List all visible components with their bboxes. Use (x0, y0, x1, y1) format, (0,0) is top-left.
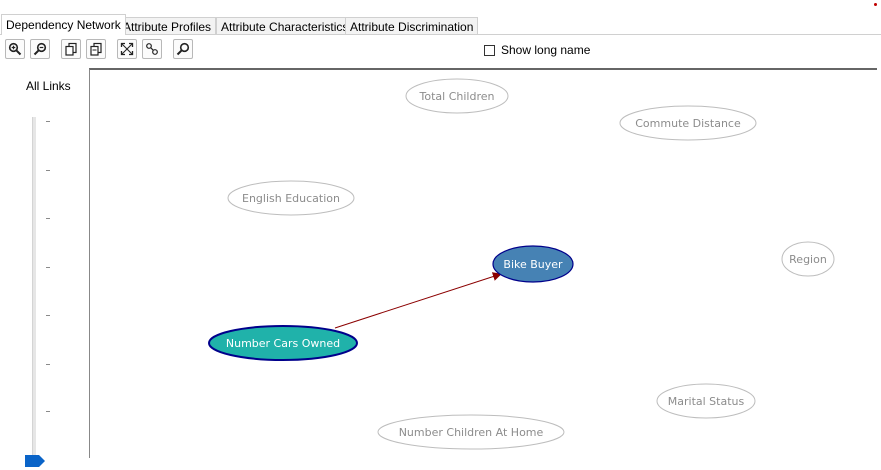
slider-tick (46, 218, 50, 219)
node-label: Number Children At Home (399, 426, 544, 439)
show-long-name-checkbox[interactable] (484, 44, 495, 56)
zoom-in-button[interactable] (5, 39, 25, 59)
fit-to-window-button[interactable] (117, 39, 137, 59)
fit-to-window-icon (120, 42, 134, 56)
tab-strip: Dependency Network Attribute Profiles At… (0, 14, 881, 36)
tab-attribute-discrimination[interactable]: Attribute Discrimination (345, 17, 479, 35)
node-label: Region (789, 253, 827, 266)
slider-tick (46, 121, 50, 122)
node-number-children-at-home[interactable]: Number Children At Home (377, 414, 565, 450)
zoom-out-button[interactable] (30, 39, 50, 59)
copy-view-button[interactable] (86, 39, 106, 59)
slider-title: All Links (26, 79, 71, 93)
slider-tick (46, 411, 50, 412)
zoom-out-icon (33, 42, 47, 56)
network-graph: Total Children Commute Distance English Ed… (208, 78, 835, 450)
node-label: Number Cars Owned (226, 337, 340, 350)
toolbar (0, 37, 881, 61)
node-label: English Education (242, 192, 340, 205)
node-commute-distance[interactable]: Commute Distance (619, 105, 757, 141)
tab-attribute-characteristics[interactable]: Attribute Characteristics (216, 17, 354, 35)
slider-tick (46, 364, 50, 365)
dependency-edge-number-cars-owned-to-bike-buyer (334, 272, 502, 329)
show-long-name-option[interactable]: Show long name (484, 43, 590, 57)
tab-dependency-network[interactable]: Dependency Network (1, 14, 126, 35)
layout-icon (146, 43, 158, 55)
slider-tick (46, 267, 50, 268)
layout-button[interactable] (142, 39, 162, 59)
find-node-icon (176, 42, 190, 56)
node-label: Marital Status (668, 395, 745, 408)
node-total-children[interactable]: Total Children (405, 78, 509, 114)
node-label: Total Children (419, 90, 495, 103)
copy-view-icon (90, 42, 102, 56)
find-node-button[interactable] (173, 39, 193, 59)
node-region[interactable]: Region (781, 241, 835, 277)
tab-divider (0, 34, 881, 35)
node-bike-buyer[interactable]: Bike Buyer (492, 245, 574, 283)
slider-tick (46, 315, 50, 316)
copy-graph-icon (65, 42, 77, 56)
dependency-network-canvas[interactable]: Total Children Commute Distance English Ed… (89, 68, 877, 458)
zoom-in-icon (8, 42, 22, 56)
tab-attribute-profiles[interactable]: Attribute Profiles (118, 17, 217, 35)
link-strength-slider[interactable] (32, 117, 36, 462)
copy-graph-button[interactable] (61, 39, 81, 59)
slider-tick (46, 170, 50, 171)
status-indicator-dot (874, 3, 877, 6)
node-number-cars-owned[interactable]: Number Cars Owned (208, 325, 358, 361)
slider-thumb[interactable] (25, 455, 45, 467)
node-label: Bike Buyer (503, 258, 563, 271)
show-long-name-label: Show long name (501, 43, 591, 57)
node-english-education[interactable]: English Education (227, 180, 355, 216)
node-label: Commute Distance (635, 117, 741, 130)
node-marital-status[interactable]: Marital Status (656, 383, 756, 419)
